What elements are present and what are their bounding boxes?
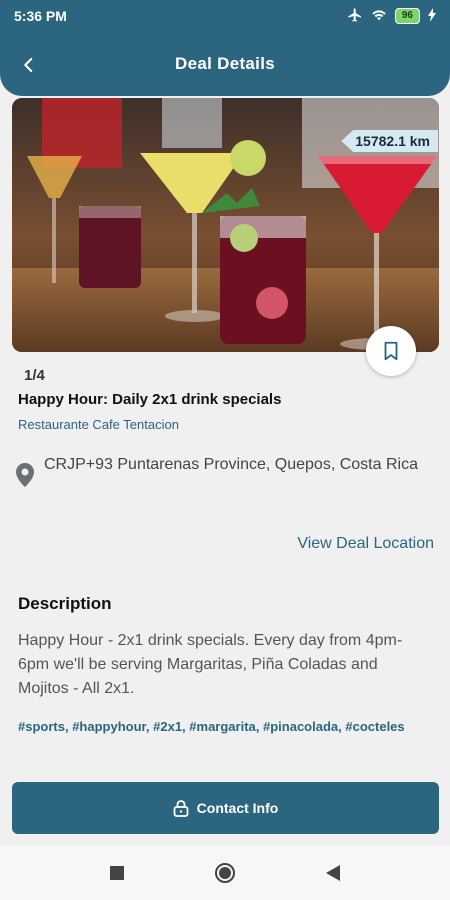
circle-icon (215, 863, 235, 883)
tag[interactable]: #margarita (189, 719, 255, 734)
back-nav-button[interactable] (321, 861, 345, 885)
page-title: Deal Details (175, 54, 275, 73)
contact-info-label: Contact Info (196, 800, 279, 816)
description-text: Happy Hour - 2x1 drink specials. Every d… (18, 632, 403, 697)
arrow-left-icon (24, 57, 33, 73)
contact-info-button[interactable]: Contact Info (12, 782, 439, 834)
location-pin-icon (16, 463, 38, 492)
charging-icon (428, 7, 436, 25)
square-icon (110, 866, 124, 880)
back-button[interactable] (14, 50, 44, 80)
image-pager: 1/4 (24, 367, 45, 384)
description-heading: Description (18, 594, 112, 613)
tag[interactable]: #2x1 (153, 719, 182, 734)
system-nav-bar (0, 846, 450, 900)
tag[interactable]: #sports (18, 719, 65, 734)
address-row: CRJP+93 Puntarenas Province, Quepos, Cos… (16, 453, 426, 492)
status-icons: 96 (347, 7, 436, 26)
tag[interactable]: #pinacolada (263, 719, 338, 734)
home-button[interactable] (213, 861, 237, 885)
battery-indicator: 96 (394, 8, 420, 24)
recents-button[interactable] (105, 861, 129, 885)
wifi-icon (371, 7, 387, 26)
bookmark-button[interactable] (366, 326, 416, 376)
tag[interactable]: #happyhour (72, 719, 146, 734)
status-time: 5:36 PM (14, 8, 67, 24)
airplane-icon (347, 7, 363, 26)
tag[interactable]: #cocteles (345, 719, 404, 734)
deal-title: Happy Hour: Daily 2x1 drink specials (18, 391, 282, 408)
triangle-left-icon (326, 865, 340, 881)
distance-badge: 15782.1 km (341, 130, 438, 152)
deal-address: CRJP+93 Puntarenas Province, Quepos, Cos… (44, 456, 418, 473)
lock-icon (173, 799, 189, 817)
venue-link[interactable]: Restaurante Cafe Tentacion (18, 417, 179, 432)
status-bar: 5:36 PM 96 (0, 0, 450, 32)
app-header: Deal Details (0, 32, 450, 96)
bookmark-icon (384, 341, 398, 361)
tag-list: #sports, #happyhour, #2x1, #margarita, #… (18, 719, 405, 734)
view-deal-location-link[interactable]: View Deal Location (297, 535, 434, 553)
